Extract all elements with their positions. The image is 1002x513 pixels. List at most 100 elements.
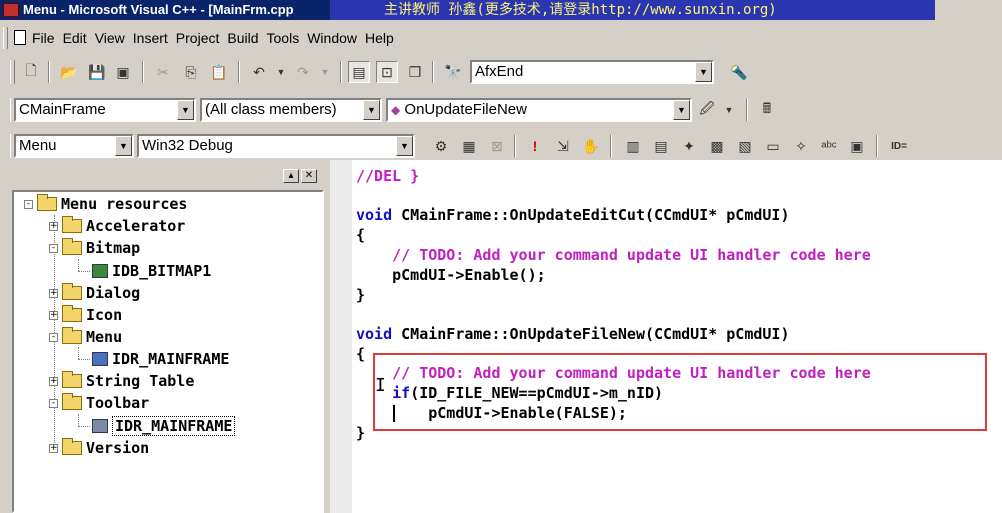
breakpoint-hand-icon[interactable]: ✋ xyxy=(580,135,602,157)
config-combo[interactable]: Win32 Debug ▼ xyxy=(137,134,415,158)
collapse-icon[interactable]: - xyxy=(49,332,58,342)
tree-node-toolbar[interactable]: - Toolbar xyxy=(49,393,149,413)
project-combo[interactable]: Menu ▼ xyxy=(14,134,134,158)
menu-build[interactable]: Build xyxy=(223,25,262,51)
expand-icon[interactable]: + xyxy=(49,288,58,298)
save-icon[interactable]: 💾 xyxy=(86,61,108,83)
execute-icon[interactable]: ! xyxy=(524,135,546,157)
expand-icon[interactable]: + xyxy=(49,443,58,453)
toolbar-resource-icon[interactable]: ▭ xyxy=(762,135,784,157)
save-all-icon[interactable]: ▣ xyxy=(112,61,134,83)
separator xyxy=(514,135,516,157)
menu-window[interactable]: Window xyxy=(303,25,361,51)
workspace-toggle-icon[interactable]: ▤ xyxy=(348,61,370,83)
tree-line xyxy=(78,414,79,426)
tree-node-toolbar-idr-mainframe[interactable]: IDR_MAINFRAME xyxy=(92,416,236,436)
tree-node-menu-idr-mainframe[interactable]: IDR_MAINFRAME xyxy=(92,349,229,369)
document-icon[interactable] xyxy=(14,30,26,45)
find-icon[interactable]: 🔦 xyxy=(728,61,750,83)
folder-icon xyxy=(62,371,82,388)
code-line: //DEL } xyxy=(356,167,420,185)
close-pane-icon[interactable]: ✕ xyxy=(301,169,317,183)
tree-node-icon[interactable]: + Icon xyxy=(49,305,122,325)
menu-bar: File Edit View Insert Project Build Tools Windo… xyxy=(0,25,1002,51)
tree-node-menu[interactable]: - Menu xyxy=(49,327,122,347)
chevron-down-icon[interactable]: ▼ xyxy=(115,136,132,156)
paste-icon[interactable]: 📋 xyxy=(208,61,230,83)
collapse-icon[interactable]: - xyxy=(49,243,58,253)
tree-node-version[interactable]: + Version xyxy=(49,438,149,458)
copy-icon[interactable]: ⎘ xyxy=(180,61,202,83)
menu-tools[interactable]: Tools xyxy=(263,25,304,51)
string-table-resource-icon[interactable]: ᵃᵇᶜ xyxy=(818,135,840,157)
standard-toolbar: 🗋 📂 💾 ▣ ✂ ⎘ 📋 ↶ ▼ ↷ ▼ ▤ ⊡ ❐ 🔭 AfxEnd ▼ 🔦 xyxy=(0,56,800,88)
minimize-pane-icon[interactable]: ▴ xyxy=(283,169,299,183)
chevron-down-icon[interactable]: ▼ xyxy=(695,62,712,82)
member-combo[interactable]: ◆ OnUpdateFileNew ▼ xyxy=(386,98,692,122)
chevron-down-icon[interactable]: ▼ xyxy=(177,100,194,120)
menu-project[interactable]: Project xyxy=(172,25,224,51)
class-wizard-icon[interactable]: 🖩 xyxy=(756,99,778,121)
find-in-files-icon[interactable]: 🔭 xyxy=(442,61,464,83)
tree-node-dialog[interactable]: + Dialog xyxy=(49,283,140,303)
editor-gutter[interactable] xyxy=(330,160,352,513)
tree-line xyxy=(78,359,90,360)
dialog-resource-icon[interactable]: ▥ xyxy=(622,135,644,157)
stop-build-icon[interactable]: ⊠ xyxy=(486,135,508,157)
new-text-file-icon[interactable]: 🗋 xyxy=(20,61,42,83)
expand-icon[interactable]: + xyxy=(49,221,58,231)
menubar-grip[interactable] xyxy=(3,27,8,49)
go-icon[interactable]: ⇲ xyxy=(552,135,574,157)
menu-view[interactable]: View xyxy=(91,25,129,51)
menu-resource-icon xyxy=(92,352,108,366)
filter-combo[interactable]: (All class members) ▼ xyxy=(200,98,382,122)
redo-dropdown-icon[interactable]: ▼ xyxy=(314,61,336,83)
tree-node-idb-bitmap1[interactable]: IDB_BITMAP1 xyxy=(92,261,211,281)
chevron-down-icon[interactable]: ▼ xyxy=(396,136,413,156)
compile-icon[interactable]: ⚙ xyxy=(430,135,452,157)
tree-node-bitmap[interactable]: - Bitmap xyxy=(49,238,140,258)
version-resource-icon[interactable]: ▣ xyxy=(846,135,868,157)
open-folder-icon xyxy=(37,194,57,211)
tree-node-string-table[interactable]: + String Table xyxy=(49,371,194,391)
class-combo[interactable]: CMainFrame ▼ xyxy=(14,98,196,122)
build-icon[interactable]: ▦ xyxy=(458,135,480,157)
separator xyxy=(142,61,144,83)
tree-node-accelerator[interactable]: + Accelerator xyxy=(49,216,185,236)
cursor-resource-icon[interactable]: ✦ xyxy=(678,135,700,157)
output-toggle-icon[interactable]: ⊡ xyxy=(376,61,398,83)
toolbar-grip[interactable] xyxy=(10,60,15,84)
menu-edit[interactable]: Edit xyxy=(59,25,91,51)
expand-icon[interactable]: + xyxy=(49,310,58,320)
expand-icon[interactable]: + xyxy=(49,376,58,386)
window-list-icon[interactable]: ❐ xyxy=(404,61,426,83)
resource-symbols-button[interactable]: ID= xyxy=(884,135,914,157)
menu-help[interactable]: Help xyxy=(361,25,398,51)
bitmap-icon xyxy=(92,264,108,278)
chevron-down-icon[interactable]: ▼ xyxy=(363,100,380,120)
separator xyxy=(238,61,240,83)
open-icon[interactable]: 📂 xyxy=(58,61,80,83)
separator xyxy=(746,99,748,121)
undo-dropdown-icon[interactable]: ▼ xyxy=(270,61,292,83)
redo-icon[interactable]: ↷ xyxy=(292,61,314,83)
collapse-icon[interactable]: - xyxy=(24,199,33,209)
collapse-icon[interactable]: - xyxy=(49,398,58,408)
tree-node-root[interactable]: - Menu resources xyxy=(24,194,187,214)
cut-icon[interactable]: ✂ xyxy=(152,61,174,83)
menu-file[interactable]: File xyxy=(28,25,59,51)
undo-icon[interactable]: ↶ xyxy=(248,61,270,83)
accelerator-resource-icon[interactable]: ✧ xyxy=(790,135,812,157)
tree-line xyxy=(78,347,79,359)
menu-resource-icon[interactable]: ▤ xyxy=(650,135,672,157)
open-folder-icon xyxy=(62,238,82,255)
find-combo[interactable]: AfxEnd ▼ xyxy=(470,60,714,84)
icon-resource-icon[interactable]: ▩ xyxy=(706,135,728,157)
wizard-action-icon[interactable]: 🖉 xyxy=(696,99,718,121)
build-toolbar: Menu ▼ Win32 Debug ▼ ⚙ ▦ ⊠ ! ⇲ ✋ ▥ ▤ ✦ ▩… xyxy=(0,130,1002,162)
menu-insert[interactable]: Insert xyxy=(129,25,172,51)
tree-node-label: Dialog xyxy=(86,284,141,302)
wizard-action-dropdown-icon[interactable]: ▼ xyxy=(718,99,740,121)
bitmap-resource-icon[interactable]: ▧ xyxy=(734,135,756,157)
chevron-down-icon[interactable]: ▼ xyxy=(673,100,690,120)
